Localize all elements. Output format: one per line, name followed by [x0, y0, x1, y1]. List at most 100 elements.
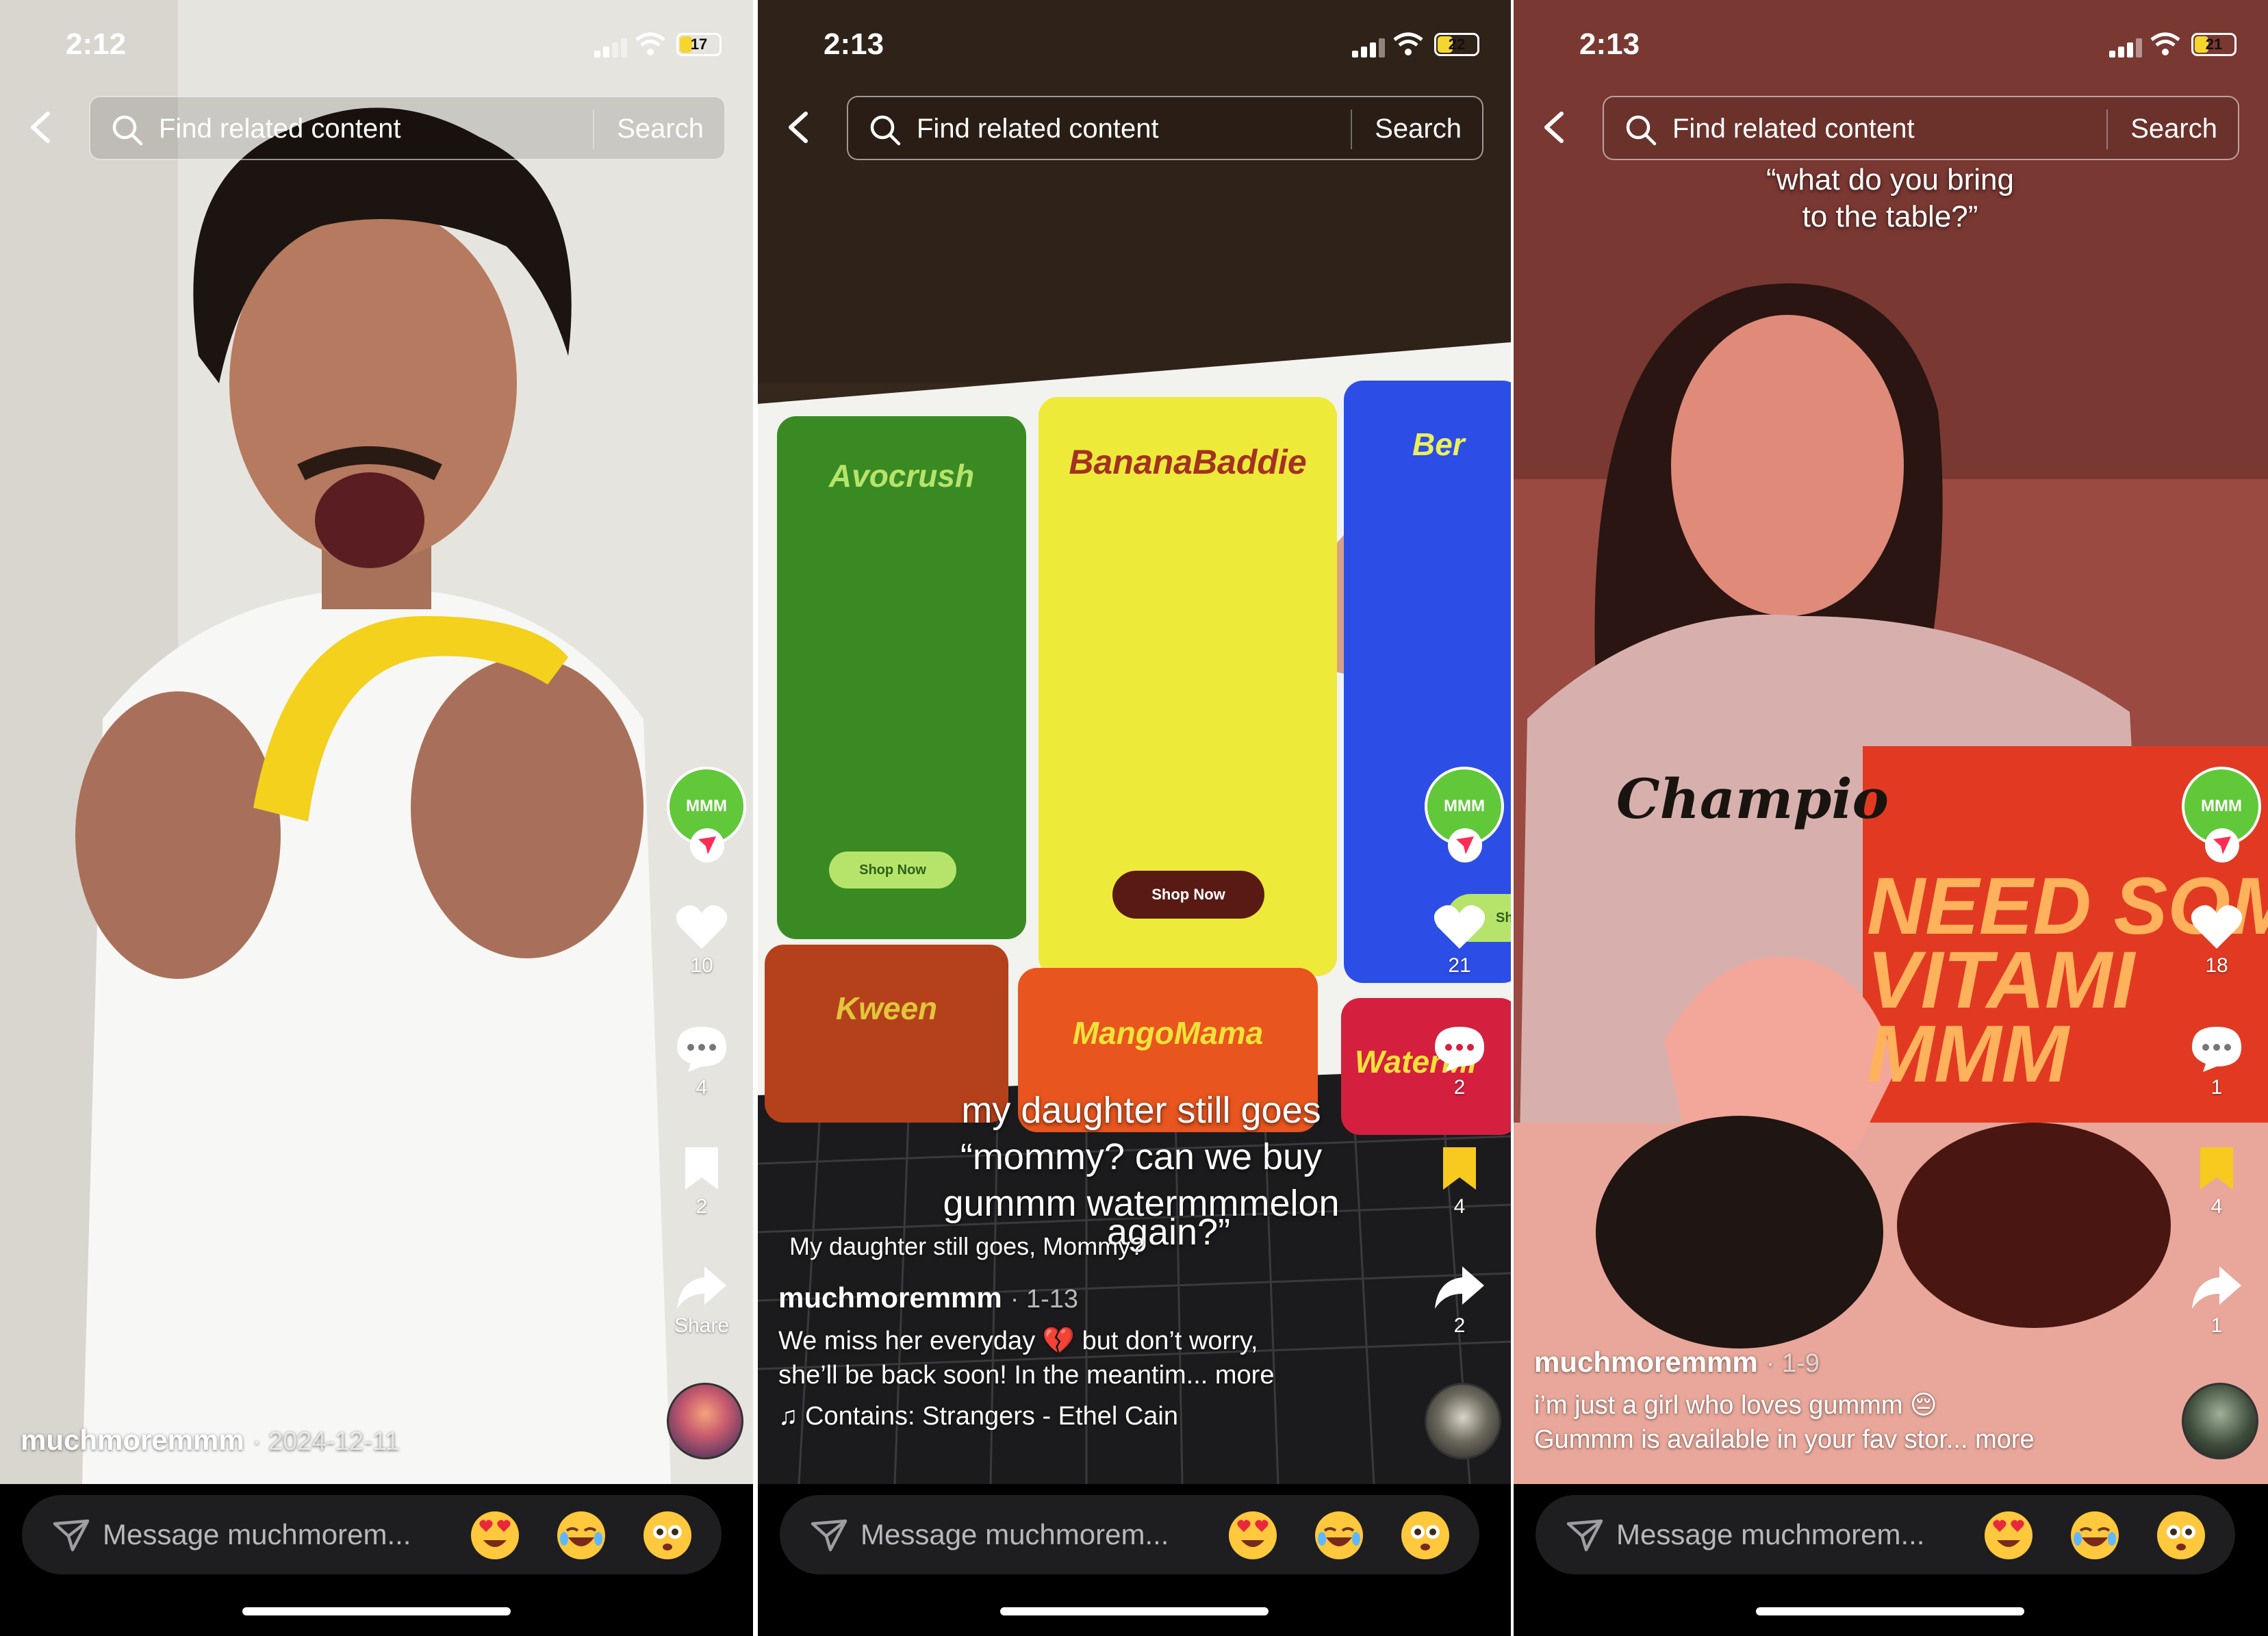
share-count: 1 [2210, 1314, 2223, 1337]
shop-now-button[interactable]: Shop Now [1112, 871, 1264, 919]
battery-level: 17 [690, 36, 708, 53]
creator-avatar[interactable]: MMM [2182, 767, 2261, 862]
comment-button[interactable]: 1 [2165, 1024, 2268, 1099]
save-button[interactable]: 4 [1408, 1145, 1511, 1218]
search-button[interactable]: Search [617, 114, 704, 144]
video-description[interactable]: i’m just a girl who loves gummm 😔 Gummm … [1534, 1388, 2178, 1457]
search-button[interactable]: Search [2130, 114, 2217, 144]
music-disc[interactable] [667, 1383, 743, 1459]
product-title: Kween [835, 990, 938, 1026]
flushed-emoji-button[interactable] [2157, 1511, 2205, 1559]
back-chevron-icon[interactable] [25, 108, 59, 146]
video-caption: muchmoremmm · 2024-12-11 [21, 1424, 400, 1457]
share-arrow-icon [2192, 1266, 2241, 1309]
message-input[interactable]: Message muchmorem... [1616, 1518, 1924, 1551]
comment-button[interactable]: 2 [1408, 1024, 1511, 1099]
battery-icon: 21 [2191, 33, 2237, 56]
top-bar: Find related content Search [758, 93, 1511, 162]
like-button[interactable]: 10 [650, 904, 753, 977]
username[interactable]: muchmoremmm [778, 1281, 1002, 1314]
flushed-face-icon [2167, 1525, 2195, 1550]
flushed-emoji-button[interactable] [1401, 1511, 1449, 1559]
send-icon [53, 1519, 90, 1552]
like-count: 18 [2205, 954, 2228, 977]
search-input[interactable]: Find related content [159, 114, 401, 144]
send-icon [1566, 1519, 1603, 1552]
save-count: 4 [2210, 1195, 2223, 1218]
heart-eyes-icon [1237, 1520, 1269, 1547]
share-button[interactable]: Share [650, 1264, 753, 1338]
video-caption: My daughter still goes, Mommy? muchmorem… [778, 1232, 1422, 1431]
search-button[interactable]: Search [1375, 114, 1462, 144]
shop-now-button[interactable]: Shop Now [829, 852, 956, 889]
search-bar[interactable]: Find related content Search [1603, 96, 2239, 160]
product-card-bananabaddie[interactable]: BananaBaddie Shop Now [1039, 397, 1337, 976]
share-count: 2 [1453, 1314, 1466, 1337]
heart-eyes-emoji-button[interactable] [1985, 1511, 2033, 1559]
save-count: 4 [1453, 1195, 1466, 1218]
search-bar[interactable]: Find related content Search [89, 96, 726, 160]
back-chevron-icon[interactable] [1538, 108, 1572, 146]
like-button[interactable]: 18 [2165, 904, 2268, 977]
search-bar[interactable]: Find related content Search [847, 96, 1483, 160]
creator-avatar[interactable]: MMM [667, 767, 746, 862]
post-date: · 1-9 [1766, 1349, 1820, 1378]
product-card-partial[interactable]: Ber Sho [1344, 381, 1511, 983]
screenshot-collage: 2:12 17 Find related content Search MMM … [0, 0, 2268, 1636]
creator-avatar[interactable]: MMM [1425, 767, 1504, 862]
comment-count: 2 [1453, 1076, 1466, 1099]
flushed-face-icon [1411, 1525, 1440, 1550]
back-chevron-icon[interactable] [782, 108, 817, 146]
tears-of-joy-emoji-button[interactable] [2071, 1511, 2119, 1559]
username[interactable]: muchmoremmm [21, 1424, 244, 1456]
message-input[interactable]: Message muchmorem... [103, 1518, 411, 1551]
heart-icon [1434, 905, 1486, 949]
flushed-emoji-button[interactable] [644, 1511, 691, 1559]
tears-of-joy-emoji-button[interactable] [557, 1511, 605, 1559]
bottom-bar: Message muchmorem... [758, 1484, 1511, 1636]
video-frame[interactable] [0, 0, 753, 1484]
save-button[interactable]: 4 [2165, 1145, 2268, 1218]
product-title: BananaBaddie [1069, 443, 1307, 481]
top-bar: Find related content Search [1514, 93, 2268, 162]
video-text-overlay: my daughter still goes “mommy? can we bu… [799, 1087, 1483, 1255]
wifi-icon [635, 32, 665, 55]
overlay-line: “mommy? can we buy [960, 1136, 1323, 1177]
message-box[interactable]: Message muchmorem... [1536, 1495, 2235, 1574]
heart-eyes-icon [479, 1520, 511, 1547]
product-title: MangoMama [1072, 1015, 1264, 1051]
share-button[interactable]: 2 [1408, 1264, 1511, 1338]
message-box[interactable]: Message muchmorem... [780, 1495, 1479, 1574]
clock: 2:13 [824, 27, 884, 61]
video-text-overlay: “what do you bring to the table?” [1651, 162, 2130, 235]
clock: 2:12 [66, 27, 127, 61]
heart-eyes-emoji-button[interactable] [1229, 1511, 1277, 1559]
overlay-line: my daughter still goes [961, 1090, 1321, 1131]
comment-icon [1435, 1027, 1484, 1072]
like-button[interactable]: 21 [1408, 904, 1511, 977]
bottom-bar: Message muchmorem... [0, 1484, 753, 1636]
video-description[interactable]: We miss her everyday 💔 but don’t worry, … [778, 1324, 1422, 1392]
comment-count: 1 [2210, 1076, 2223, 1099]
heart-eyes-emoji-button[interactable] [471, 1511, 519, 1559]
music-info[interactable]: ♫ Contains: Strangers - Ethel Cain [778, 1402, 1422, 1431]
search-input[interactable]: Find related content [917, 114, 1159, 144]
message-input[interactable]: Message muchmorem... [861, 1518, 1169, 1551]
tears-of-joy-emoji-button[interactable] [1315, 1511, 1363, 1559]
message-box[interactable]: Message muchmorem... [22, 1495, 722, 1574]
follow-button[interactable] [1448, 828, 1482, 862]
save-button[interactable]: 2 [650, 1145, 753, 1218]
comment-button[interactable]: 4 [650, 1024, 753, 1099]
search-divider [1351, 110, 1352, 149]
heart-icon [2191, 905, 2243, 949]
search-input[interactable]: Find related content [1672, 114, 1915, 144]
share-button[interactable]: 1 [2165, 1264, 2268, 1338]
username[interactable]: muchmoremmm [1534, 1346, 1758, 1378]
music-disc[interactable] [2182, 1383, 2258, 1459]
follow-button[interactable] [690, 828, 724, 862]
status-bar: 2:12 17 [0, 0, 753, 75]
description-line: i’m just a girl who loves gummm 😔 [1534, 1391, 1937, 1420]
follow-button[interactable] [2205, 828, 2239, 862]
product-card-avocrush[interactable]: Avocrush Shop Now [777, 416, 1026, 939]
music-disc[interactable] [1425, 1383, 1501, 1459]
